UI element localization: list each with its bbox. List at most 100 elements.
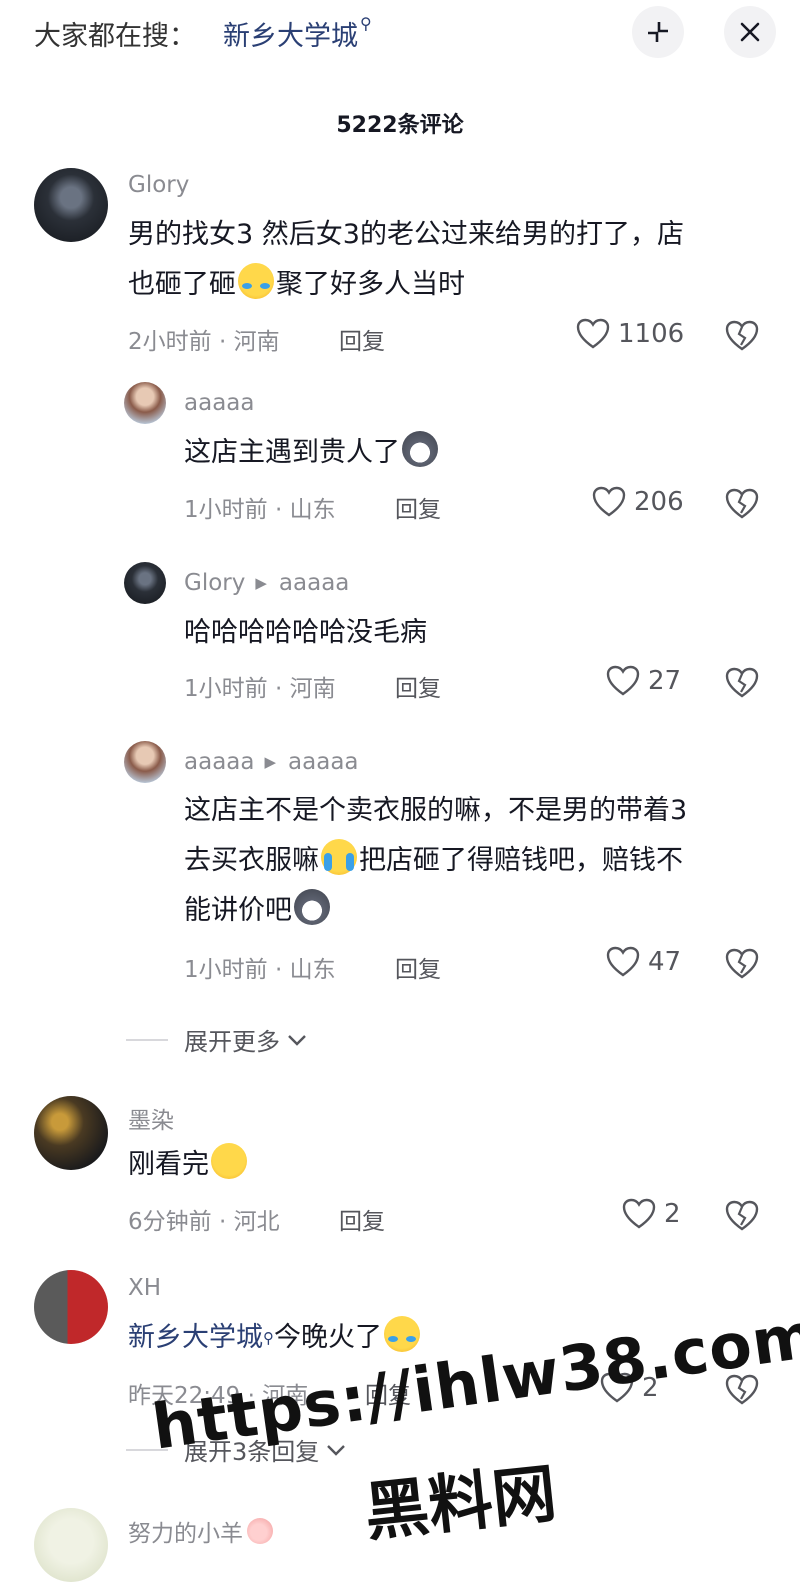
reply-button[interactable]: 回复 (395, 490, 441, 524)
username-label: aaaaa (184, 749, 255, 775)
like-count: 1106 (618, 319, 685, 349)
search-icon: ⚲ (263, 1329, 274, 1347)
comment-line: 能讲价吧 (184, 886, 774, 936)
like-count: 47 (648, 947, 682, 977)
comment-fragment: 能讲价吧 (184, 895, 292, 926)
comment-text: 这店主遇到贵人了 (184, 428, 440, 478)
avatar[interactable] (124, 741, 166, 783)
avatar[interactable] (34, 1508, 108, 1582)
username-label: XH (128, 1275, 162, 1301)
avatar[interactable] (34, 1270, 108, 1344)
comment-text: 刚看完 (128, 1140, 249, 1190)
comment-count: 5222条评论 (336, 113, 464, 138)
comment-username[interactable]: aaaaa ▶ aaaaa (184, 749, 359, 775)
reply-target[interactable]: aaaaa (288, 749, 358, 775)
collapse-icon (648, 22, 668, 42)
comment-text: 哈哈哈哈哈哈没毛病 (184, 617, 427, 648)
username-label: aaaaa (184, 390, 255, 416)
comment-time: 1小时前 (184, 497, 268, 523)
comment-time: 2小时前 (128, 329, 212, 355)
comment-username[interactable]: 墨染 (128, 1101, 174, 1135)
comment-fragment: 把店砸了得赔钱吧，赔钱不 (359, 845, 683, 876)
comment-text: 这店主不是个卖衣服的嘛，不是男的带着3 去买衣服嘛 把店砸了得赔钱吧，赔钱不 能讲… (184, 786, 774, 936)
comment-line: 也砸了砸 聚了好多人当时 (128, 260, 768, 310)
comment-time: 1小时前 (184, 957, 268, 983)
like-count: 206 (634, 487, 684, 517)
comment-username[interactable]: XH (128, 1275, 161, 1301)
close-icon (740, 22, 760, 42)
laugh-cry-emoji-icon (384, 1316, 420, 1352)
comment-location: 河南 (233, 329, 280, 355)
comment-location: 河南 (289, 676, 336, 702)
search-term-label: 新乡大学城 (223, 21, 358, 52)
heart-icon (622, 1198, 656, 1229)
meta-separator: · (274, 676, 283, 702)
search-suggestion-link[interactable]: 新乡大学城 ⚲ (223, 14, 372, 53)
search-icon: ⚲ (360, 14, 372, 33)
husky-emoji-icon (402, 431, 438, 467)
comment-fragment: 今晚火了 (274, 1322, 382, 1353)
comment-fragment: 聚了好多人当时 (276, 269, 465, 300)
comment-meta: 2小时前 · 河南 (128, 322, 280, 356)
like-button[interactable]: 206 (592, 486, 684, 518)
laugh-cry-emoji-icon (238, 263, 274, 299)
expand-label: 展开更多 (184, 1028, 280, 1056)
reply-button[interactable]: 回复 (339, 322, 385, 356)
comment-fragment: 这店主遇到贵人了 (184, 437, 400, 468)
avatar[interactable] (34, 168, 108, 242)
comment-time: 1小时前 (184, 676, 268, 702)
search-prefix: 大家都在搜： (34, 21, 196, 52)
comment-location: 山东 (289, 957, 336, 983)
chevron-down-icon (288, 1034, 306, 1046)
thinking-emoji-icon (211, 1143, 247, 1179)
broken-heart-icon[interactable] (724, 1200, 760, 1232)
crying-emoji-icon (321, 839, 357, 875)
comment-meta: 1小时前 · 河南 (184, 669, 336, 703)
comment-location: 河北 (233, 1209, 280, 1235)
meta-separator: · (218, 329, 227, 355)
reply-arrow-icon: ▶ (255, 574, 267, 592)
comment-username[interactable]: Glory (128, 172, 189, 198)
heart-icon (592, 486, 626, 517)
comment-line: 这店主不是个卖衣服的嘛，不是男的带着3 (184, 795, 688, 826)
comment-username[interactable]: aaaaa (184, 390, 254, 416)
broken-heart-icon[interactable] (724, 488, 760, 520)
comment-line: 去买衣服嘛 把店砸了得赔钱吧，赔钱不 (184, 836, 774, 886)
username-label: Glory (184, 570, 246, 596)
comment-fragment: 也砸了砸 (128, 269, 236, 300)
broken-heart-icon[interactable] (724, 320, 760, 352)
search-keyword-link[interactable]: 新乡大学城⚲ (128, 1322, 274, 1353)
comment-text: 男的找女3 然后女3的老公过来给男的打了，店 也砸了砸 聚了好多人当时 (128, 210, 768, 310)
like-button[interactable]: 27 (606, 665, 681, 697)
avatar[interactable] (124, 382, 166, 424)
expand-replies-button[interactable]: 展开更多 (126, 1022, 308, 1057)
like-count: 2 (664, 1199, 681, 1229)
comment-username[interactable]: Glory ▶ aaaaa (184, 570, 349, 596)
close-button[interactable] (724, 6, 776, 58)
collapse-button[interactable] (632, 6, 684, 58)
broken-heart-icon[interactable] (724, 948, 760, 980)
avatar[interactable] (34, 1096, 108, 1170)
comment-meta: 1小时前 · 山东 (184, 950, 336, 984)
reply-button[interactable]: 回复 (339, 1202, 385, 1236)
comment-time: 6分钟前 (128, 1209, 212, 1235)
heart-icon (576, 318, 610, 349)
like-button[interactable]: 1106 (576, 318, 684, 350)
divider-line (126, 1038, 168, 1041)
comment-meta: 1小时前 · 山东 (184, 490, 336, 524)
heart-icon (606, 665, 640, 696)
comment-text: 新乡大学城⚲今晚火了 (128, 1313, 422, 1363)
meta-separator: · (218, 1209, 227, 1235)
avatar[interactable] (124, 562, 166, 604)
comment-meta: 6分钟前 · 河北 (128, 1202, 280, 1236)
meta-separator: · (274, 497, 283, 523)
reply-target[interactable]: aaaaa (279, 570, 349, 596)
username-label: Glory (128, 172, 190, 198)
reply-button[interactable]: 回复 (395, 669, 441, 703)
username-label: 墨染 (128, 1108, 174, 1134)
keyword-label: 新乡大学城 (128, 1322, 263, 1353)
like-button[interactable]: 47 (606, 946, 681, 978)
broken-heart-icon[interactable] (724, 667, 760, 699)
reply-button[interactable]: 回复 (395, 950, 441, 984)
like-button[interactable]: 2 (622, 1198, 681, 1230)
